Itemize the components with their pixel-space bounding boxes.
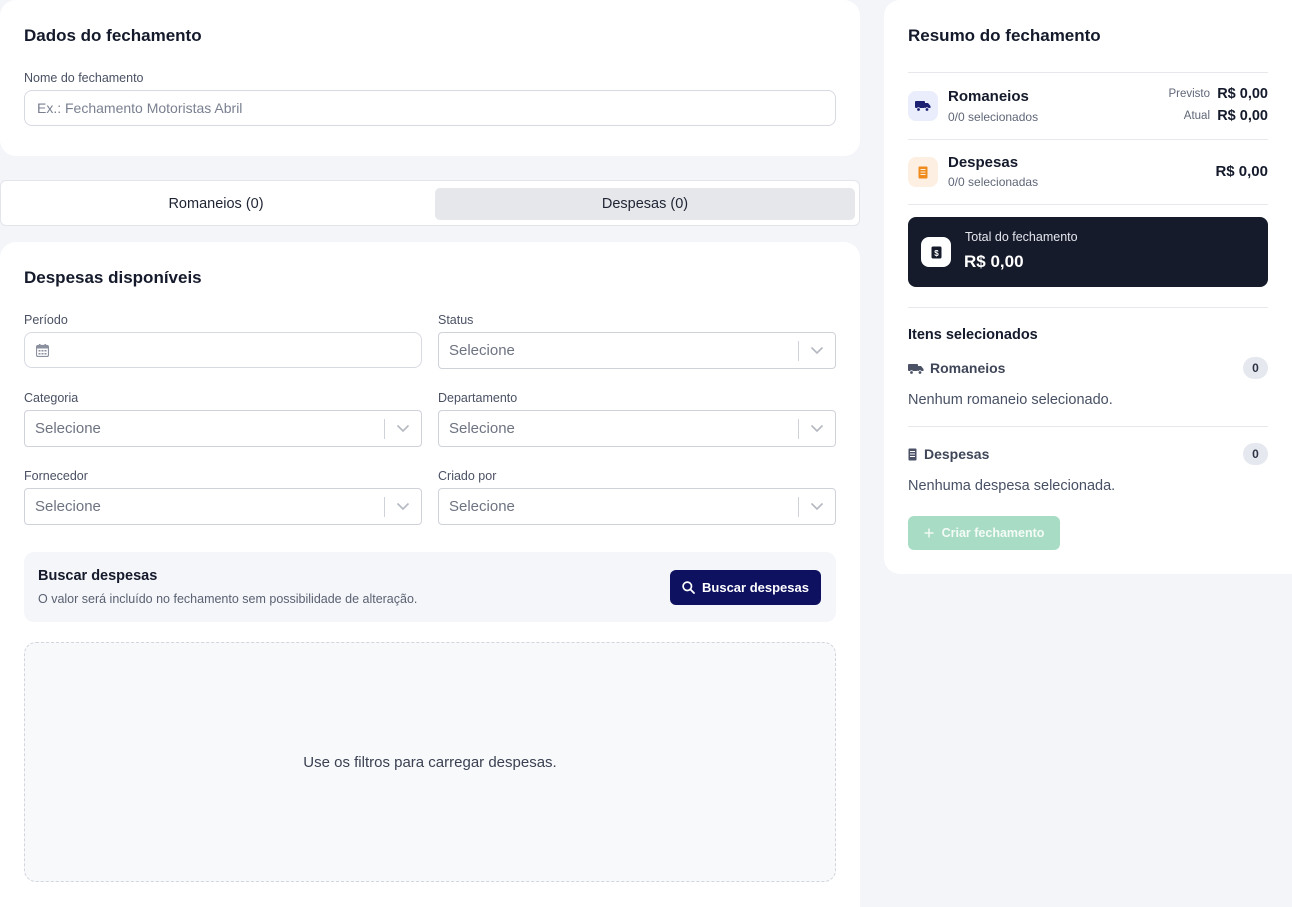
period-date-picker[interactable] xyxy=(24,332,422,368)
chevron-down-icon xyxy=(799,489,835,524)
forecast-label: Previsto xyxy=(1168,88,1210,100)
chevron-down-icon xyxy=(799,411,835,446)
chevron-down-icon xyxy=(385,489,421,524)
create-closing-button[interactable]: Criar fechamento xyxy=(908,516,1060,550)
closing-name-input[interactable] xyxy=(24,90,836,126)
search-panel-description: O valor será incluído no fechamento sem … xyxy=(38,592,418,606)
status-value: Selecione xyxy=(449,342,515,359)
tab-bar: Romaneios (0) Despesas (0) xyxy=(0,180,860,226)
supplier-select[interactable]: Selecione xyxy=(24,488,422,525)
created-by-label: Criado por xyxy=(438,469,497,483)
status-select[interactable]: Selecione xyxy=(438,332,836,369)
tab-despesas[interactable]: Despesas (0) xyxy=(435,188,855,220)
closing-name-label: Nome do fechamento xyxy=(24,71,144,85)
period-label: Período xyxy=(24,313,68,327)
current-value: R$ 0,00 xyxy=(1217,108,1268,124)
selected-items-title: Itens selecionados xyxy=(908,327,1038,343)
svg-text:$: $ xyxy=(934,248,939,257)
summary-despesas-value: R$ 0,00 xyxy=(1215,163,1268,180)
category-select[interactable]: Selecione xyxy=(24,410,422,447)
total-value: R$ 0,00 xyxy=(964,252,1024,271)
forecast-value: R$ 0,00 xyxy=(1217,86,1268,102)
search-expenses-button[interactable]: Buscar despesas xyxy=(670,570,821,605)
selected-romaneios-empty: Nenhum romaneio selecionado. xyxy=(908,392,1113,408)
summary-romaneios-selected: 0/0 selecionados xyxy=(948,110,1039,124)
status-label: Status xyxy=(438,313,474,327)
supplier-label: Fornecedor xyxy=(24,469,88,483)
selected-romaneios-label: Romaneios xyxy=(930,360,1006,376)
selected-despesas-count: 0 xyxy=(1243,443,1268,465)
available-expenses-card: Despesas disponíveis Período Status Sele… xyxy=(0,242,860,907)
summary-card: Resumo do fechamento Romaneios 0/0 selec… xyxy=(884,0,1292,574)
summary-despesas-selected: 0/0 selecionadas xyxy=(948,175,1039,189)
summary-title: Resumo do fechamento xyxy=(908,26,1101,45)
department-label: Departamento xyxy=(438,391,518,405)
create-closing-label: Criar fechamento xyxy=(941,526,1045,540)
closing-data-card: Dados do fechamento Nome do fechamento xyxy=(0,0,860,156)
search-expenses-panel: Buscar despesas O valor será incluído no… xyxy=(24,552,836,622)
created-by-value: Selecione xyxy=(449,498,515,515)
truck-icon xyxy=(908,362,924,380)
selected-despesas-empty: Nenhuma despesa selecionada. xyxy=(908,478,1116,494)
category-value: Selecione xyxy=(35,420,101,437)
search-icon xyxy=(682,581,695,594)
empty-message: Use os filtros para carregar despesas. xyxy=(303,753,557,771)
chevron-down-icon xyxy=(799,333,835,368)
plus-icon xyxy=(924,528,934,538)
closing-data-title: Dados do fechamento xyxy=(24,26,202,45)
created-by-select[interactable]: Selecione xyxy=(438,488,836,525)
selected-romaneios-count: 0 xyxy=(1243,357,1268,379)
summary-despesas-name: Despesas xyxy=(948,154,1019,171)
total-label: Total do fechamento xyxy=(965,230,1078,244)
receipt-icon xyxy=(908,157,938,187)
truck-icon xyxy=(908,91,938,121)
category-label: Categoria xyxy=(24,391,79,405)
department-select[interactable]: Selecione xyxy=(438,410,836,447)
calendar-icon xyxy=(36,343,49,357)
chevron-down-icon xyxy=(385,411,421,446)
current-label: Atual xyxy=(1183,110,1210,122)
tab-romaneios[interactable]: Romaneios (0) xyxy=(6,188,426,220)
expenses-empty-state: Use os filtros para carregar despesas. xyxy=(24,642,836,882)
search-button-label: Buscar despesas xyxy=(702,580,809,595)
summary-romaneios-name: Romaneios xyxy=(948,88,1029,105)
selected-despesas-label: Despesas xyxy=(924,446,990,462)
available-expenses-title: Despesas disponíveis xyxy=(24,268,202,287)
search-panel-title: Buscar despesas xyxy=(38,568,158,584)
total-panel: $ Total do fechamento R$ 0,00 xyxy=(908,217,1268,287)
department-value: Selecione xyxy=(449,420,515,437)
receipt-icon xyxy=(908,448,917,466)
supplier-value: Selecione xyxy=(35,498,101,515)
money-document-icon: $ xyxy=(921,237,951,267)
